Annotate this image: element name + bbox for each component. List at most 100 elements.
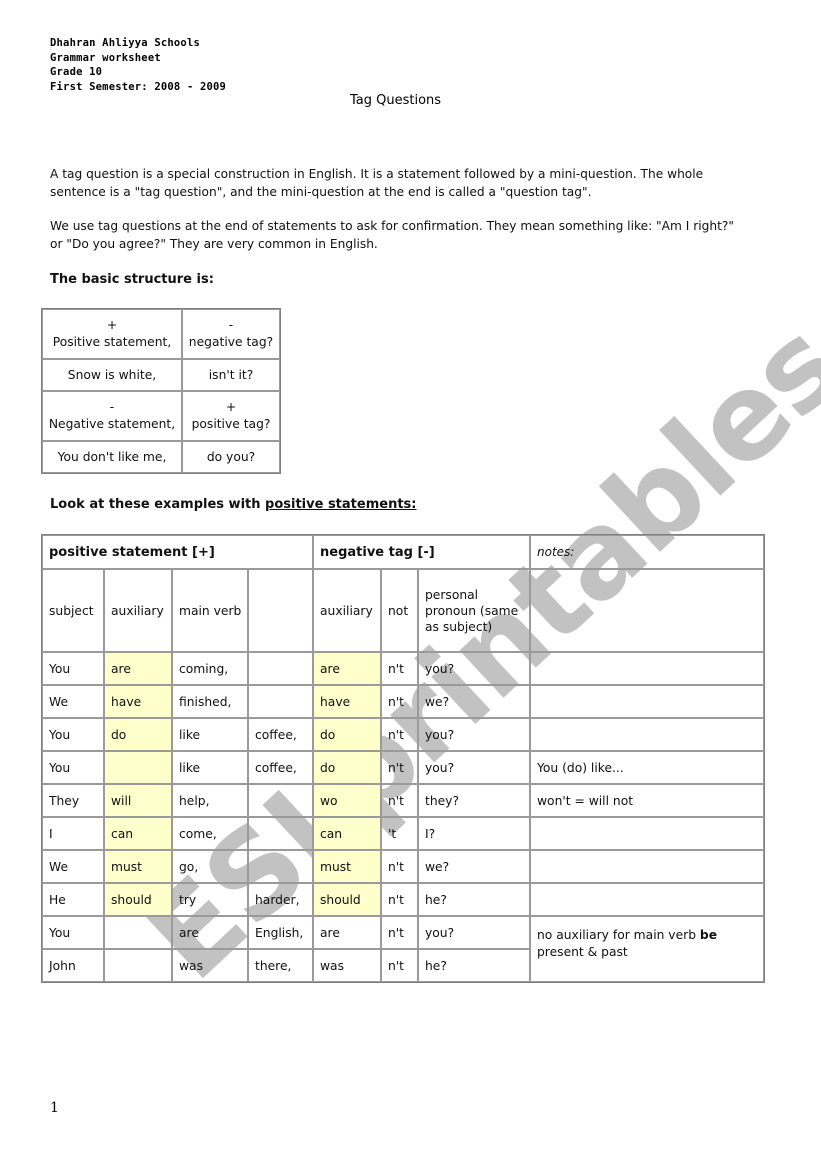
tag-auxiliary-cell: are: [313, 652, 381, 685]
subject-cell: We: [42, 850, 104, 883]
auxiliary-cell: [104, 949, 172, 982]
sign: +: [225, 400, 237, 414]
extra-cell: [248, 850, 313, 883]
auxiliary-cell: are: [104, 652, 172, 685]
examples-heading: Look at these examples with positive sta…: [50, 497, 416, 512]
subject-cell: You: [42, 751, 104, 784]
example-row: You like coffee, do n't you? You (do) like...: [42, 751, 764, 784]
auxiliary-cell: [104, 916, 172, 949]
tag-auxiliary-cell: have: [313, 685, 381, 718]
main-verb-cell: are: [172, 916, 248, 949]
intro-paragraph-2: We use tag questions at the end of state…: [50, 219, 734, 251]
cell-text: Positive statement,: [52, 335, 172, 349]
example-row: We must go, must n't we?: [42, 850, 764, 883]
grade-level: Grade 10: [50, 66, 103, 78]
subject-cell: You: [42, 652, 104, 685]
structure-cell: + positive tag?: [182, 391, 280, 441]
subject-cell: John: [42, 949, 104, 982]
main-verb-cell: come,: [172, 817, 248, 850]
sub-header-row: subject auxiliary main verb auxiliary no…: [42, 569, 764, 652]
worksheet-type: Grammar worksheet: [50, 51, 161, 64]
pronoun-header: personal pronoun (same as subject): [418, 569, 530, 652]
structure-row: You don't like me, do you?: [42, 441, 280, 473]
main-verb-cell: coming,: [172, 652, 248, 685]
example-row: You do like coffee, do n't you?: [42, 718, 764, 751]
tag-auxiliary-cell: wo: [313, 784, 381, 817]
sign: -: [109, 400, 115, 414]
subject-cell: You: [42, 916, 104, 949]
cell-text: positive tag?: [191, 417, 271, 431]
example-row: We have finished, have n't we?: [42, 685, 764, 718]
school-header: Dhahran Ahliyya Schools Grammar workshee…: [50, 36, 226, 94]
structure-cell: - Negative statement,: [42, 391, 182, 441]
note-cell: won't = will not: [530, 784, 764, 817]
main-verb-header: main verb: [172, 569, 248, 652]
sign: -: [228, 318, 234, 332]
page-number: 1: [50, 1100, 59, 1116]
example-row: You are coming, are n't you?: [42, 652, 764, 685]
notes-header: notes:: [530, 535, 764, 569]
tag-auxiliary-cell: should: [313, 883, 381, 916]
tag-auxiliary-cell: do: [313, 751, 381, 784]
note-cell: [530, 685, 764, 718]
subject-cell: We: [42, 685, 104, 718]
document-title: Tag Questions: [350, 93, 442, 108]
structure-cell: You don't like me,: [42, 441, 182, 473]
extra-header: [248, 569, 313, 652]
negative-tag-header: negative tag [-]: [313, 535, 530, 569]
extra-cell: [248, 784, 313, 817]
not-cell: n't: [381, 850, 418, 883]
extra-cell: English,: [248, 916, 313, 949]
auxiliary-cell: have: [104, 685, 172, 718]
tag-auxiliary-cell: was: [313, 949, 381, 982]
example-row: He should try harder, should n't he?: [42, 883, 764, 916]
structure-cell: + Positive statement,: [42, 309, 182, 359]
extra-cell: [248, 652, 313, 685]
auxiliary-cell: do: [104, 718, 172, 751]
structure-cell: Snow is white,: [42, 359, 182, 391]
pronoun-cell: I?: [418, 817, 530, 850]
auxiliary-header: auxiliary: [104, 569, 172, 652]
example-row: They will help, wo n't they? won't = will not: [42, 784, 764, 817]
tag-auxiliary-header: auxiliary: [313, 569, 381, 652]
subject-cell: I: [42, 817, 104, 850]
positive-statement-header: positive statement [+]: [42, 535, 313, 569]
note-cell: [530, 817, 764, 850]
not-cell: n't: [381, 685, 418, 718]
note-cell: [530, 652, 764, 685]
not-cell: n't: [381, 883, 418, 916]
extra-cell: there,: [248, 949, 313, 982]
tag-auxiliary-cell: can: [313, 817, 381, 850]
main-verb-cell: finished,: [172, 685, 248, 718]
main-verb-cell: like: [172, 751, 248, 784]
example-rows: You are coming, are n't you? We have finished, ha…: [42, 652, 764, 982]
not-cell: n't: [381, 949, 418, 982]
merged-note-cell: no auxiliary for main verb be present & p…: [530, 916, 764, 982]
note-cell: You (do) like...: [530, 751, 764, 784]
note-text: no auxiliary for main verb: [537, 928, 700, 942]
sign: +: [106, 318, 118, 332]
cell-text: negative tag?: [188, 335, 274, 349]
extra-cell: harder,: [248, 883, 313, 916]
pronoun-cell: he?: [418, 883, 530, 916]
structure-heading: The basic structure is:: [50, 272, 214, 287]
extra-cell: [248, 817, 313, 850]
structure-row: - Negative statement, + positive tag?: [42, 391, 280, 441]
extra-cell: coffee,: [248, 718, 313, 751]
note-bold-text: be: [699, 928, 718, 942]
auxiliary-cell: will: [104, 784, 172, 817]
extra-cell: coffee,: [248, 751, 313, 784]
main-verb-cell: was: [172, 949, 248, 982]
heading-underlined: positive statements:: [265, 497, 417, 512]
notes-subheader: [530, 569, 764, 652]
not-cell: n't: [381, 784, 418, 817]
main-verb-cell: help,: [172, 784, 248, 817]
main-verb-cell: like: [172, 718, 248, 751]
not-cell: 't: [381, 817, 418, 850]
not-cell: n't: [381, 916, 418, 949]
example-row: Ican come, can't I?: [42, 817, 764, 850]
pronoun-cell: you?: [418, 751, 530, 784]
cell-text: Negative statement,: [48, 417, 176, 431]
auxiliary-cell: can: [104, 817, 172, 850]
pronoun-cell: you?: [418, 652, 530, 685]
